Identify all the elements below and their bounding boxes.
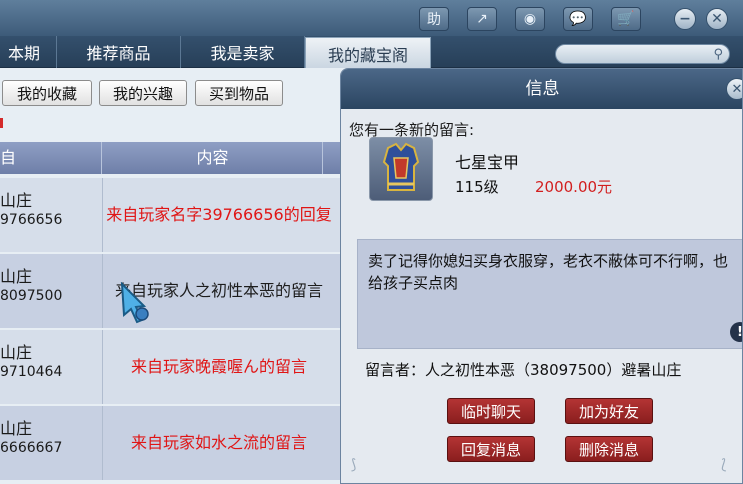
corner-ornament: ⟆: [351, 457, 357, 473]
add-friend-button[interactable]: 加为好友: [565, 398, 653, 424]
row-sender: 山庄 6666667: [0, 420, 102, 457]
share-icon[interactable]: ↗: [467, 7, 497, 31]
message-list-pane: 我的收藏 我的兴趣 买到物品 自 内容 山庄 9766656 来自玩家名字3976…: [0, 68, 350, 484]
close-icon[interactable]: ✕: [726, 78, 742, 100]
subtab-interests[interactable]: 我的兴趣: [99, 80, 187, 106]
sender-name: 山庄: [0, 191, 33, 210]
row-sender: 山庄 9766656: [0, 192, 102, 229]
warning-icon[interactable]: !: [730, 322, 742, 342]
record-icon[interactable]: ◉: [515, 7, 545, 31]
column-from: 自: [0, 142, 102, 174]
row-divider: [102, 254, 103, 328]
table-row[interactable]: 山庄 9766656 来自玩家名字39766656的回复: [0, 178, 350, 252]
temp-chat-button[interactable]: 临时聊天: [447, 398, 535, 424]
row-divider: [102, 406, 103, 480]
row-content[interactable]: 来自玩家如水之流的留言: [104, 406, 334, 480]
search-input[interactable]: ⚲: [555, 44, 730, 64]
table-header: 自 内容: [0, 142, 350, 174]
tab-my-treasure[interactable]: 我的藏宝阁: [305, 37, 431, 69]
armor-item-icon[interactable]: [369, 137, 433, 201]
sender-name: 山庄: [0, 419, 33, 438]
sender-id: 9766656: [0, 212, 63, 228]
close-icon[interactable]: ✕: [706, 8, 728, 30]
sender-id: 6666667: [0, 440, 63, 456]
message-box: 卖了记得你媳妇买身衣服穿，老衣不蔽体可不行啊，也给孩子买点肉 !: [357, 239, 742, 349]
app-window: 助 ↗ ◉ 💬 🛒 − ✕ 本期 推荐商品 我是卖家 我的藏宝阁 ⚲ 我的收藏 …: [0, 0, 743, 484]
corner-ornament: ⟅: [721, 457, 727, 473]
sub-tab-bar: 我的收藏 我的兴趣 买到物品: [0, 68, 350, 110]
row-divider: [102, 178, 103, 252]
item-level: 115级: [455, 178, 499, 196]
red-marker: [0, 118, 3, 128]
row-sender: 山庄 9710464: [0, 344, 102, 381]
armor-icon: [382, 142, 420, 191]
cursor-icon: [120, 282, 149, 324]
table-row[interactable]: 山庄 9710464 来自玩家晚霞喔ん的留言: [0, 330, 350, 404]
search-icon[interactable]: ⚲: [713, 45, 723, 65]
sender-name: 山庄: [0, 267, 33, 286]
row-sender: 山庄 8097500: [0, 268, 102, 305]
help-icon[interactable]: 助: [419, 7, 449, 31]
message-text: 卖了记得你媳妇买身衣服穿，老衣不蔽体可不行啊，也给孩子买点肉: [368, 252, 729, 292]
message-dialog: 信息 ✕ 您有一条新的留言: 七星宝甲 115级 2000.00元 卖了记得你媳…: [340, 68, 743, 484]
table-row[interactable]: 山庄 8097500 来自玩家人之初性本恶的留言: [0, 254, 350, 328]
top-bar: 助 ↗ ◉ 💬 🛒 − ✕: [0, 0, 743, 36]
cart-icon[interactable]: 🛒: [611, 7, 641, 31]
row-content[interactable]: 来自玩家晚霞喔ん的留言: [104, 330, 334, 404]
dialog-title: 信息: [341, 69, 742, 109]
minimize-icon[interactable]: −: [674, 8, 696, 30]
delete-message-button[interactable]: 删除消息: [565, 436, 653, 462]
subtab-favorites[interactable]: 我的收藏: [2, 80, 92, 106]
sender-info: 留言者：人之初性本恶（38097500）避暑山庄: [365, 361, 682, 379]
sender-id: 9710464: [0, 364, 63, 380]
subtab-purchased[interactable]: 买到物品: [195, 80, 283, 106]
item-name: 七星宝甲: [455, 153, 520, 172]
table-row[interactable]: 山庄 6666667 来自玩家如水之流的留言: [0, 406, 350, 480]
reply-message-button[interactable]: 回复消息: [447, 436, 535, 462]
row-divider: [102, 330, 103, 404]
sender-name: 山庄: [0, 343, 33, 362]
sender-id: 8097500: [0, 288, 63, 304]
tab-current-issue[interactable]: 本期: [0, 36, 57, 68]
chat-icon[interactable]: 💬: [563, 7, 593, 31]
row-content[interactable]: 来自玩家名字39766656的回复: [104, 178, 334, 252]
tab-seller[interactable]: 我是卖家: [181, 36, 305, 68]
item-price: 2000.00元: [535, 178, 613, 196]
column-content: 内容: [103, 142, 323, 174]
tab-recommended[interactable]: 推荐商品: [57, 36, 181, 68]
